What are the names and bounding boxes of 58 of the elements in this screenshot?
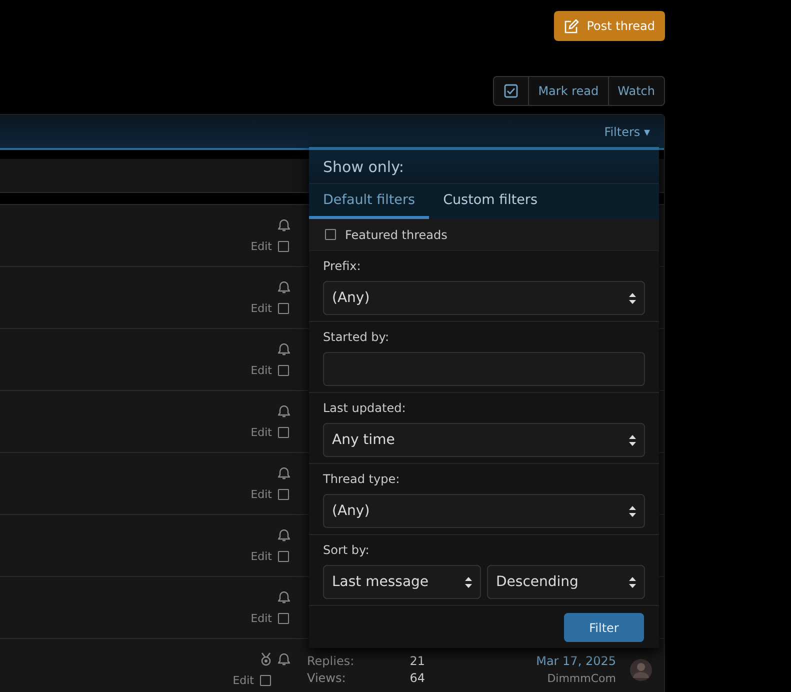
bell-icon[interactable] [278, 652, 290, 666]
filter-tab[interactable]: Custom filters [429, 184, 552, 219]
checkbox[interactable] [278, 489, 289, 500]
stat-value: 21 [408, 654, 425, 668]
select-dropdown[interactable]: Any time [323, 423, 645, 457]
bell-icon[interactable] [278, 528, 290, 542]
select-arrows-icon [629, 292, 636, 304]
stat-label: Views: [307, 671, 347, 685]
edit-link[interactable]: Edit [250, 364, 272, 377]
edit-link[interactable]: Edit [250, 302, 272, 315]
bell-icon[interactable] [278, 280, 290, 294]
toolbar-button[interactable]: Watch [608, 77, 664, 105]
select-dropdown[interactable]: Last message [323, 565, 481, 599]
stat-label: Replies: [307, 654, 356, 668]
edit-icon [564, 18, 579, 34]
bell-icon[interactable] [278, 342, 290, 356]
edit-link[interactable]: Edit [250, 550, 272, 563]
field-label: Last updated: [323, 401, 407, 415]
checkbox[interactable] [278, 427, 289, 438]
filters-link[interactable]: Filters ▾ [604, 124, 650, 138]
field-label: Thread type: [323, 472, 401, 486]
toolbar-button[interactable]: Mark read [528, 77, 608, 105]
checkbox[interactable] [278, 303, 289, 314]
field-label: Started by: [323, 330, 390, 344]
bell-icon[interactable] [278, 218, 290, 232]
checkbox-label: Featured threads [345, 228, 448, 242]
field-label: Prefix: [323, 259, 362, 273]
edit-link[interactable]: Edit [250, 426, 272, 439]
edit-link[interactable]: Edit [250, 240, 272, 253]
checkbox[interactable] [278, 551, 289, 562]
bell-icon[interactable] [278, 466, 290, 480]
edit-link[interactable]: Edit [250, 612, 272, 625]
filter-button[interactable]: Filter [564, 613, 644, 642]
bell-icon[interactable] [278, 590, 290, 604]
checkbox[interactable] [278, 365, 289, 376]
select-dropdown[interactable]: (Any) [323, 281, 645, 315]
edit-link[interactable]: Edit [250, 488, 272, 501]
select-dropdown[interactable]: Descending [487, 565, 645, 599]
bell-icon[interactable] [278, 404, 290, 418]
menu-title: Show only: [309, 150, 659, 183]
select-arrows-icon [629, 506, 636, 516]
edit-link[interactable]: Edit [232, 674, 254, 687]
checkbox-icon [504, 84, 518, 98]
checkbox[interactable] [278, 241, 289, 252]
checkbox[interactable] [325, 229, 336, 240]
select-arrows-icon [629, 434, 636, 446]
stat-value: 64 [408, 671, 425, 685]
input-field[interactable] [323, 352, 645, 386]
select-dropdown[interactable]: (Any) [323, 494, 645, 528]
checkbox[interactable] [278, 613, 289, 624]
checkbox[interactable] [260, 675, 271, 686]
field-label: Sort by: [323, 543, 370, 557]
select-arrows-icon [465, 576, 472, 588]
username[interactable]: DimmmCom [547, 672, 616, 685]
post-thread-button[interactable]: Post thread [554, 11, 665, 41]
last-post-date[interactable]: Mar 17, 2025 [536, 654, 616, 668]
avatar[interactable] [630, 658, 652, 680]
select-arrows-icon [629, 576, 636, 588]
